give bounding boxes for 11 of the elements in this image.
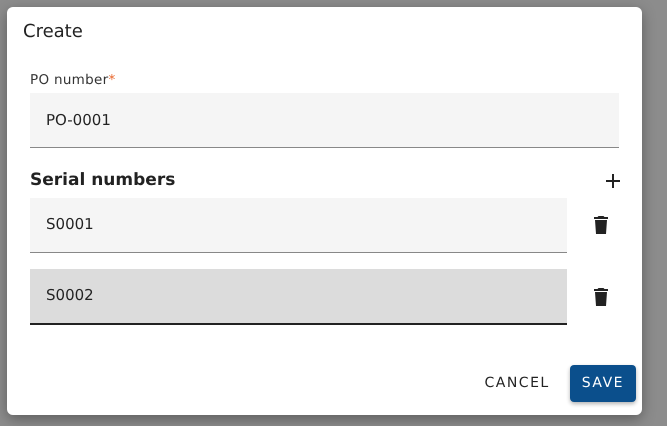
delete-icon[interactable] (594, 216, 608, 234)
field-label: PO number* (30, 71, 117, 89)
delete-icon[interactable] (594, 288, 608, 306)
input-field[interactable]: S0001 (30, 198, 567, 252)
save-button[interactable]: SAVE (570, 365, 636, 402)
input-field[interactable]: S0002 (30, 268, 567, 324)
dialog-title: Create (23, 21, 84, 43)
add-icon[interactable] (606, 174, 620, 188)
section-title: Serial numbers (30, 169, 176, 192)
cancel-button[interactable]: CANCEL (472, 365, 562, 402)
input-field[interactable]: PO-0001 (30, 93, 619, 148)
